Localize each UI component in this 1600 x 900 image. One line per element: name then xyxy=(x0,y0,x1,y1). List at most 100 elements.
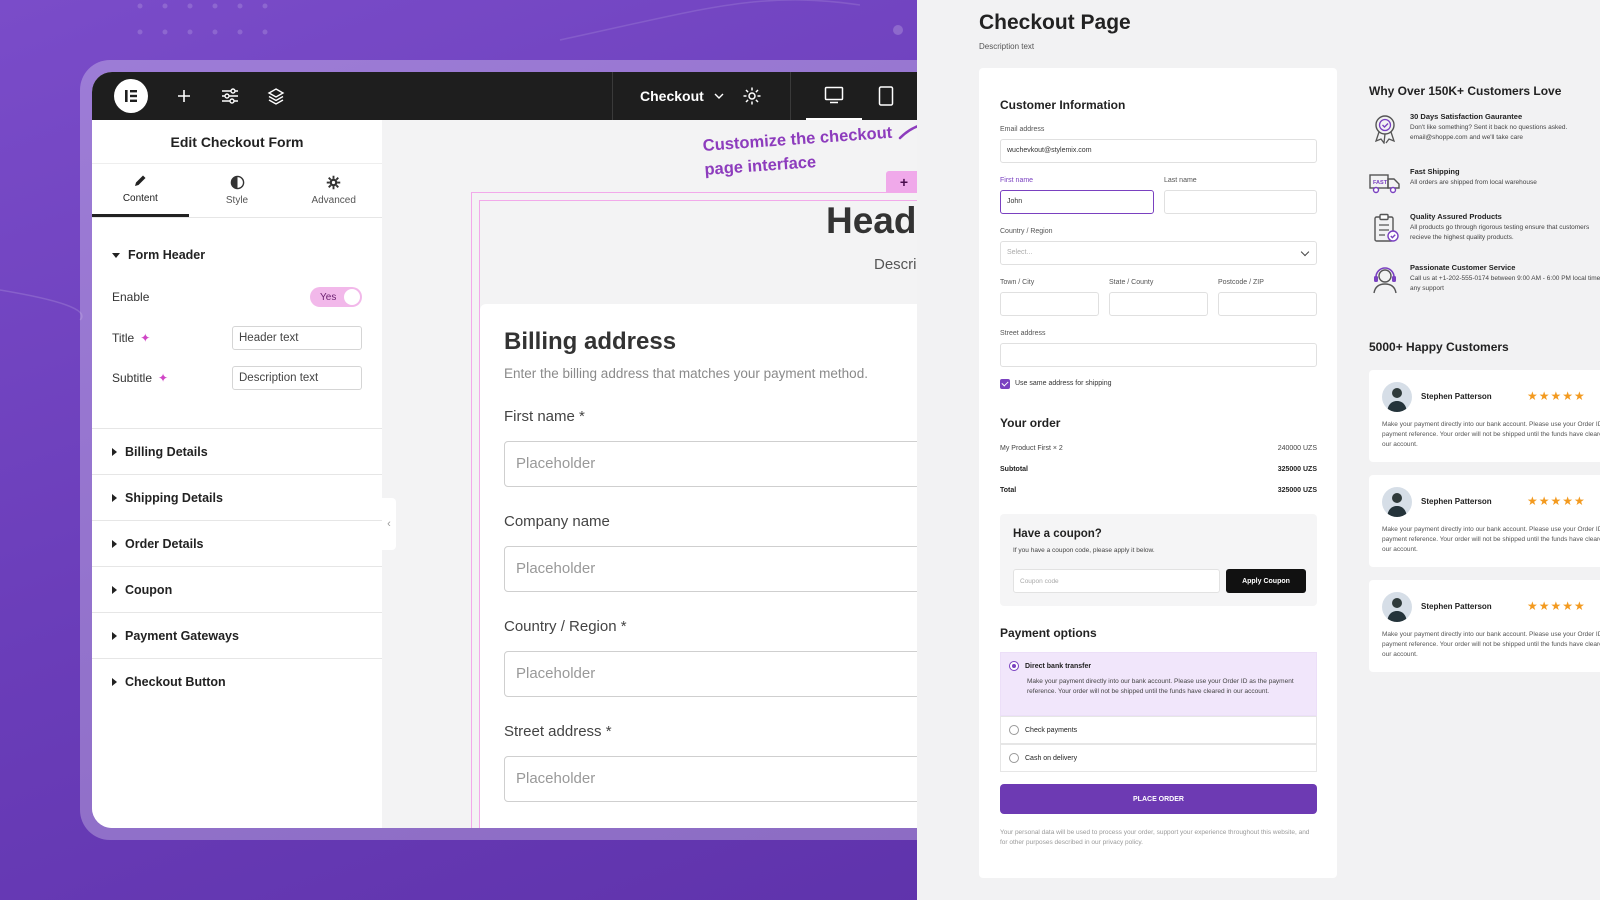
privacy-notice: Your personal data will be used to proce… xyxy=(1000,829,1310,846)
street-address-input[interactable]: Placeholder xyxy=(504,756,960,802)
bank-transfer-description: Make your payment directly into our bank… xyxy=(1027,678,1294,695)
checkout-button-section[interactable]: Checkout Button xyxy=(92,658,382,704)
place-order-button[interactable]: PLACE ORDER xyxy=(1000,784,1317,814)
first-name-label: First name * xyxy=(504,408,585,425)
tab-content[interactable]: Content xyxy=(92,164,189,217)
street-field[interactable] xyxy=(1000,343,1317,367)
customer-info-heading: Customer Information xyxy=(1000,98,1126,112)
street-address-label: Street address * xyxy=(504,723,612,740)
radio-unselected-icon[interactable] xyxy=(1009,725,1019,735)
last-name-field[interactable] xyxy=(1164,190,1317,214)
form-header-subtitle[interactable]: Descri xyxy=(874,256,917,273)
editor-toolbar: Checkout xyxy=(92,72,960,120)
country-select-placeholder: Select... xyxy=(1007,249,1033,256)
email-field[interactable]: wuchevkout@stylemix.com xyxy=(1000,139,1317,163)
toolbar-divider xyxy=(790,72,791,120)
site-settings-sliders-icon[interactable] xyxy=(220,86,240,106)
payment-option-check[interactable]: Check payments xyxy=(1000,716,1317,744)
tablet-view-icon[interactable] xyxy=(878,86,894,111)
coupon-code-input[interactable]: Coupon code xyxy=(1013,569,1220,593)
shipping-details-section[interactable]: Shipping Details xyxy=(92,474,382,520)
coupon-section[interactable]: Coupon xyxy=(92,566,382,612)
panel-title: Edit Checkout Form xyxy=(92,120,382,164)
first-name-field[interactable]: John xyxy=(1000,190,1154,214)
radio-selected-icon[interactable] xyxy=(1009,661,1019,671)
gear-icon xyxy=(326,175,341,190)
desktop-view-icon[interactable] xyxy=(806,72,862,120)
country-region-input[interactable]: Placeholder xyxy=(504,651,960,697)
country-region-label: Country / Region * xyxy=(504,618,627,635)
apply-coupon-button[interactable]: Apply Coupon xyxy=(1226,569,1306,593)
title-input[interactable]: Header text xyxy=(232,326,362,350)
headset-icon xyxy=(1373,267,1397,294)
editor-device-frame: Checkout Edit Checkout Form Content Styl… xyxy=(80,60,960,840)
caret-right-icon xyxy=(112,493,117,502)
collapse-panel-handle[interactable]: ‹ xyxy=(382,498,396,550)
avatar xyxy=(1382,382,1412,412)
review-card: Stephen Patterson ★★★★★ Make your paymen… xyxy=(1369,580,1600,672)
feature-title: 30 Days Satisfaction Gaurantee xyxy=(1410,112,1523,121)
subtitle-input[interactable]: Description text xyxy=(232,366,362,390)
avatar xyxy=(1382,592,1412,622)
email-label: Email address xyxy=(1000,126,1045,133)
subtotal-value: 325000 UZS xyxy=(1277,466,1317,473)
form-header-title[interactable]: Head xyxy=(826,200,916,242)
coupon-box: Have a coupon? If you have a coupon code… xyxy=(1000,514,1317,606)
subtotal-row: Subtotal 325000 UZS xyxy=(1000,466,1317,473)
page-settings-gear-icon[interactable] xyxy=(742,86,762,111)
feature-text: Don't like something? Sent it back no qu… xyxy=(1410,124,1568,141)
state-field[interactable] xyxy=(1109,292,1208,316)
billing-title: Billing address xyxy=(504,328,677,355)
company-name-label: Company name xyxy=(504,513,610,530)
ai-sparkle-icon[interactable]: ✦ xyxy=(140,331,150,345)
ai-sparkle-icon[interactable]: ✦ xyxy=(158,371,168,385)
order-item-price: 240000 UZS xyxy=(1277,445,1317,452)
your-order-heading: Your order xyxy=(1000,416,1061,430)
billing-details-section[interactable]: Billing Details xyxy=(92,428,382,474)
page-selector-label: Checkout xyxy=(640,88,704,104)
review-text: Make your payment directly into our bank… xyxy=(1382,526,1600,553)
subtitle-control: Subtitle ✦ Description text xyxy=(112,366,362,390)
cash-on-delivery-label: Cash on delivery xyxy=(1025,755,1078,762)
radio-unselected-icon[interactable] xyxy=(1009,753,1019,763)
payment-option-bank-transfer[interactable]: Direct bank transfer Make your payment d… xyxy=(1000,652,1317,716)
feature-title: Fast Shipping xyxy=(1410,167,1460,176)
same-address-checkbox[interactable] xyxy=(1000,379,1010,389)
billing-subtitle: Enter the billing address that matches y… xyxy=(504,366,868,381)
section-label: Order Details xyxy=(125,536,204,551)
caret-right-icon xyxy=(112,631,117,640)
chevron-down-icon xyxy=(714,93,724,99)
truck-icon: FAST xyxy=(1369,174,1400,194)
enable-toggle[interactable]: Yes xyxy=(310,287,362,307)
elementor-logo-icon[interactable] xyxy=(114,79,148,113)
country-select[interactable]: Select... xyxy=(1000,241,1317,265)
enable-label: Enable xyxy=(112,290,150,304)
star-rating-icon: ★★★★★ xyxy=(1527,389,1586,403)
badge-icon xyxy=(1374,115,1396,144)
feature-title: Quality Assured Products xyxy=(1410,212,1502,221)
feature-title: Passionate Customer Service xyxy=(1410,263,1516,272)
postcode-field[interactable] xyxy=(1218,292,1317,316)
page-selector-dropdown[interactable]: Checkout xyxy=(640,72,724,120)
avatar xyxy=(1382,487,1412,517)
first-name-input[interactable]: Placeholder xyxy=(504,441,960,487)
check-payments-label: Check payments xyxy=(1025,727,1078,734)
chevron-down-icon xyxy=(1300,247,1310,257)
subtotal-label: Subtotal xyxy=(1000,466,1028,473)
editor-window: Checkout Edit Checkout Form Content Styl… xyxy=(92,72,960,828)
tab-advanced[interactable]: Advanced xyxy=(285,164,382,217)
callout-text: Customize the checkout page interface xyxy=(702,121,895,182)
payment-option-cod[interactable]: Cash on delivery xyxy=(1000,744,1317,772)
pencil-icon xyxy=(135,175,146,186)
caret-down-icon xyxy=(112,252,120,258)
add-element-icon[interactable] xyxy=(174,86,194,106)
town-field[interactable] xyxy=(1000,292,1099,316)
structure-layers-icon[interactable] xyxy=(266,86,286,106)
bank-transfer-label: Direct bank transfer xyxy=(1025,663,1092,670)
tab-style[interactable]: Style xyxy=(189,164,286,217)
company-name-input[interactable]: Placeholder xyxy=(504,546,960,592)
payment-gateways-section[interactable]: Payment Gateways xyxy=(92,612,382,658)
enable-toggle-value: Yes xyxy=(320,291,337,303)
form-header-section-toggle[interactable]: Form Header xyxy=(92,248,205,262)
order-details-section[interactable]: Order Details xyxy=(92,520,382,566)
